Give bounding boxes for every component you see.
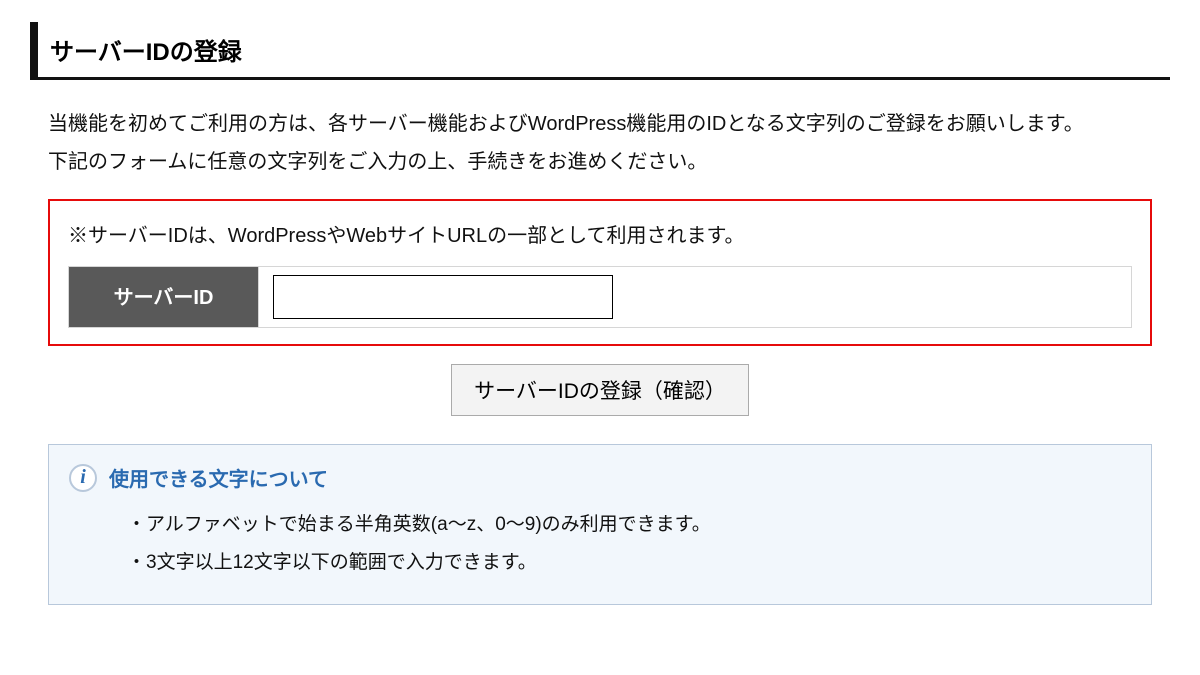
intro-text: 当機能を初めてご利用の方は、各サーバー機能およびWordPress機能用のIDと… [48, 105, 1152, 181]
server-id-label: サーバーID [69, 267, 259, 327]
info-item: ・3文字以上12文字以下の範囲で入力できます。 [127, 544, 1131, 582]
info-icon: i [69, 464, 97, 492]
actions: サーバーIDの登録（確認） [48, 364, 1152, 416]
server-id-input[interactable] [273, 275, 613, 319]
content-area: 当機能を初めてご利用の方は、各サーバー機能およびWordPress機能用のIDと… [0, 80, 1200, 645]
page-title: サーバーIDの登録 [50, 32, 1170, 67]
register-confirm-button[interactable]: サーバーIDの登録（確認） [451, 364, 749, 416]
info-list: ・アルファベットで始まる半角英数(a～z、0～9)のみ利用できます。 ・3文字以… [69, 506, 1131, 582]
form-note: ※サーバーIDは、WordPressやWebサイトURLの一部として利用されます… [68, 219, 1132, 248]
intro-line: 下記のフォームに任意の文字列をご入力の上、手続きをお進めください。 [48, 143, 1152, 181]
intro-line: 当機能を初めてご利用の方は、各サーバー機能およびWordPress機能用のIDと… [48, 105, 1152, 143]
info-item: ・アルファベットで始まる半角英数(a～z、0～9)のみ利用できます。 [127, 506, 1131, 544]
info-title: 使用できる文字について [109, 463, 328, 492]
server-id-field [259, 267, 1131, 327]
section-header: サーバーIDの登録 [30, 22, 1170, 80]
form-row: サーバーID [68, 266, 1132, 328]
info-box: i 使用できる文字について ・アルファベットで始まる半角英数(a～z、0～9)の… [48, 444, 1152, 605]
info-heading: i 使用できる文字について [69, 463, 1131, 492]
server-id-form-box: ※サーバーIDは、WordPressやWebサイトURLの一部として利用されます… [48, 199, 1152, 346]
